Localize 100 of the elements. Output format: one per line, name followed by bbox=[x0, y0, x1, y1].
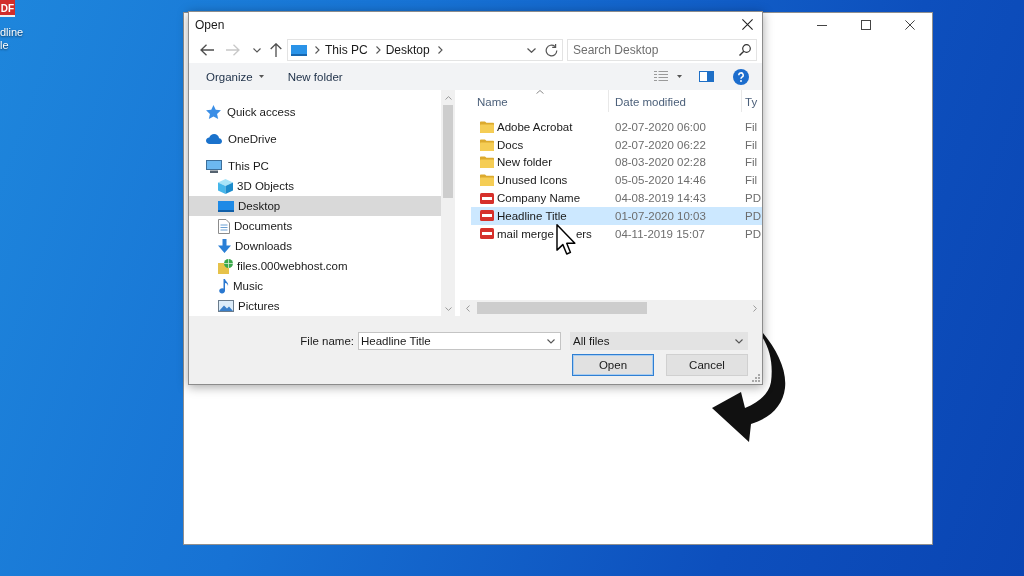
globe-folder-icon bbox=[218, 258, 233, 274]
file-icon bbox=[480, 228, 494, 240]
scrollbar[interactable] bbox=[460, 300, 762, 316]
file-icon bbox=[480, 210, 494, 222]
date-modified: 05-05-2020 14:46 bbox=[615, 174, 706, 187]
down-arrow-icon bbox=[218, 239, 231, 253]
folder-icon bbox=[480, 120, 494, 133]
file-name: Headline Title bbox=[497, 209, 567, 222]
file-icon bbox=[480, 192, 494, 204]
file-row[interactable]: Docs 02-07-2020 06:22 Fil bbox=[471, 135, 762, 154]
up-arrow-icon[interactable] bbox=[270, 43, 282, 57]
menu-button[interactable]: Organize bbox=[206, 66, 264, 87]
mouse-pointer-icon bbox=[555, 224, 576, 256]
file-name-label: File name: bbox=[300, 335, 354, 347]
chevron-right-icon[interactable] bbox=[375, 46, 381, 54]
file-badge[interactable]: DF bbox=[0, 0, 15, 17]
folder-icon bbox=[480, 174, 494, 187]
sidebar-item[interactable]: OneDrive bbox=[189, 129, 441, 149]
sidebar-item[interactable]: Pictures bbox=[189, 296, 441, 316]
sidebar-item[interactable]: Quick access bbox=[189, 102, 441, 122]
file-name: Adobe Acrobat bbox=[497, 120, 573, 133]
maximize-icon[interactable] bbox=[861, 20, 871, 30]
date-modified: 02-07-2020 06:22 bbox=[615, 138, 706, 151]
preview-pane-icon[interactable] bbox=[699, 71, 714, 82]
file-name: mail merge bbox=[497, 227, 554, 240]
file-row[interactable]: Unused Icons 05-05-2020 14:46 Fil bbox=[471, 171, 762, 190]
file-name-field[interactable]: Headline Title bbox=[358, 332, 561, 350]
file-row[interactable]: Headline Title 01-07-2020 10:03 PD bbox=[471, 207, 762, 225]
chevron-down-icon[interactable] bbox=[253, 47, 261, 53]
breadcrumb-item[interactable]: This PC bbox=[325, 43, 368, 57]
close-icon[interactable] bbox=[905, 20, 915, 30]
picture-icon bbox=[218, 300, 234, 312]
file-type-dropdown[interactable]: All files bbox=[570, 332, 748, 350]
table-cell: Fil bbox=[745, 174, 758, 187]
table-cell: Fil bbox=[745, 156, 758, 169]
chevron-down-icon[interactable] bbox=[547, 339, 555, 344]
star-icon bbox=[206, 105, 221, 119]
address-bar[interactable]: This PC Desktop bbox=[287, 39, 563, 61]
music-note-icon bbox=[218, 278, 229, 294]
file-row[interactable]: mail merge ers 04-11-2019 15:07 PD bbox=[471, 224, 762, 243]
refresh-icon[interactable] bbox=[545, 43, 558, 57]
close-icon[interactable] bbox=[741, 19, 753, 30]
scrollbar-thumb[interactable] bbox=[443, 105, 453, 198]
computer-icon bbox=[206, 159, 222, 173]
sidebar-item[interactable]: Documents bbox=[189, 216, 441, 236]
column-header[interactable]: Ty bbox=[742, 90, 762, 112]
desktop-icon-label[interactable]: dline le bbox=[0, 26, 30, 52]
minimize-icon[interactable] bbox=[817, 24, 827, 26]
folder-icon bbox=[480, 156, 494, 169]
desktop-icon bbox=[218, 200, 234, 212]
chevron-down-icon[interactable] bbox=[527, 47, 536, 53]
sidebar-item[interactable]: Downloads bbox=[189, 236, 441, 256]
file-name-end: ers bbox=[575, 227, 592, 240]
sidebar-item[interactable]: Music bbox=[189, 276, 441, 296]
date-modified: 01-07-2020 10:03 bbox=[615, 209, 706, 222]
sort-up-icon bbox=[535, 90, 544, 94]
sidebar-item[interactable]: Desktop bbox=[189, 196, 441, 216]
breadcrumb-item[interactable]: Desktop bbox=[385, 43, 430, 57]
dialog-title: Open bbox=[195, 17, 225, 32]
date-modified: 08-03-2020 02:28 bbox=[615, 156, 706, 169]
monitor-icon bbox=[291, 44, 307, 56]
file-row[interactable]: Adobe Acrobat 02-07-2020 06:00 Fil bbox=[471, 118, 762, 136]
back-arrow-icon[interactable] bbox=[200, 44, 214, 56]
date-modified: 02-07-2020 06:00 bbox=[615, 120, 706, 133]
chevron-right-icon[interactable] bbox=[437, 46, 443, 54]
help-icon[interactable] bbox=[733, 68, 749, 85]
table-cell: Fil bbox=[745, 120, 758, 133]
caret-down-icon bbox=[258, 75, 264, 78]
document-icon bbox=[218, 218, 230, 234]
search-icon[interactable] bbox=[739, 44, 751, 56]
table-cell: PD bbox=[745, 209, 761, 222]
sidebar-item[interactable]: This PC bbox=[189, 156, 441, 176]
column-header[interactable]: Date modified bbox=[609, 90, 742, 112]
caret-down-icon[interactable] bbox=[677, 75, 682, 78]
chevron-down-icon bbox=[735, 338, 743, 344]
file-name: Company Name bbox=[497, 192, 581, 205]
date-modified: 04-11-2019 15:07 bbox=[615, 227, 705, 240]
date-modified: 04-08-2019 14:43 bbox=[615, 192, 706, 205]
file-name: Unused Icons bbox=[497, 174, 568, 187]
folder-icon bbox=[480, 138, 494, 151]
sidebar-item[interactable]: 3D Objects bbox=[189, 176, 441, 196]
scrollbar-thumb[interactable] bbox=[477, 302, 647, 314]
cloud-icon bbox=[206, 134, 222, 144]
resize-grip-icon[interactable] bbox=[752, 374, 760, 382]
table-cell: PD bbox=[745, 227, 761, 240]
dialog-button[interactable]: Cancel bbox=[666, 354, 748, 376]
cube-icon bbox=[218, 178, 233, 194]
file-row[interactable]: New folder 08-03-2020 02:28 Fil bbox=[471, 153, 762, 172]
file-row[interactable]: Company Name 04-08-2019 14:43 PD bbox=[471, 189, 762, 207]
file-name: Docs bbox=[497, 138, 524, 151]
scrollbar[interactable] bbox=[441, 90, 455, 316]
dialog-button[interactable]: Open bbox=[572, 354, 654, 376]
table-cell: PD bbox=[745, 192, 761, 205]
column-header[interactable]: Name bbox=[471, 90, 609, 112]
toolbar-button[interactable]: New folder bbox=[287, 66, 343, 87]
table-cell: Fil bbox=[745, 138, 758, 151]
chevron-right-icon[interactable] bbox=[315, 46, 320, 54]
file-name: New folder bbox=[497, 156, 552, 169]
search-field[interactable]: Search Desktop bbox=[567, 39, 757, 61]
sidebar-item[interactable]: files.000webhost.com bbox=[189, 256, 441, 276]
